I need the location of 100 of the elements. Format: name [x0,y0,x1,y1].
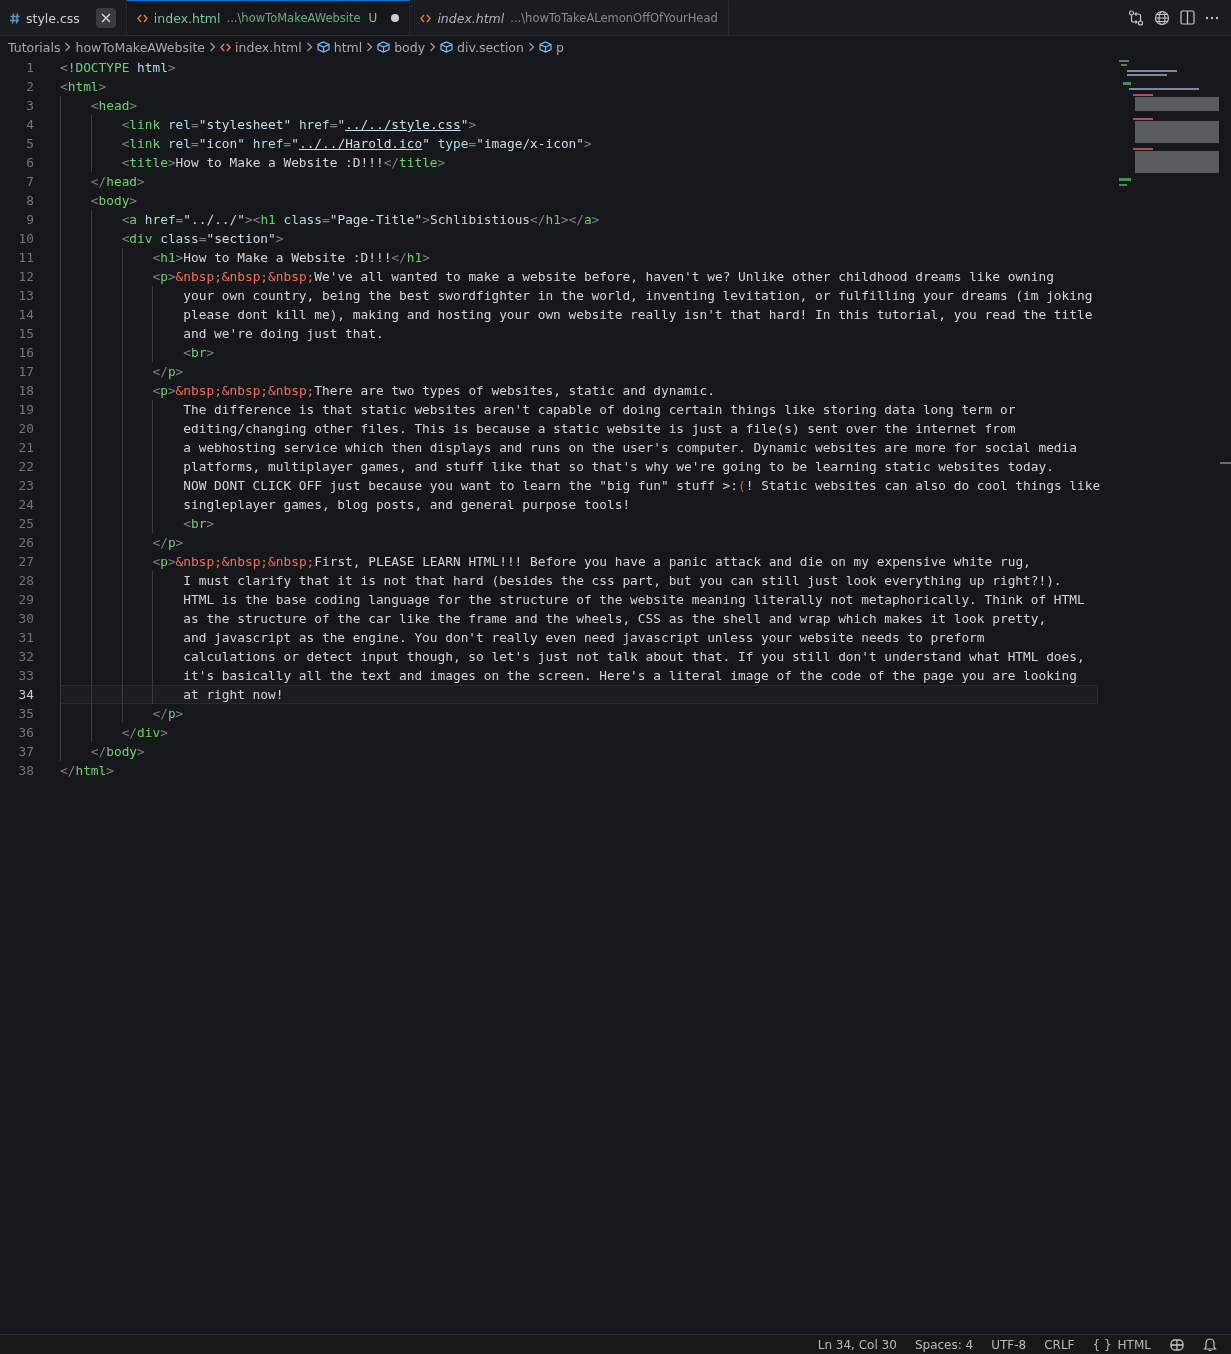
close-button[interactable] [95,8,116,28]
line-number: 35 [17,705,34,723]
code-line: calculations or detect input though, so let's just not talk about that. If you still don't understand what HTML does, [60,647,1098,666]
line-number: 30 [17,610,34,628]
indentation-setting[interactable]: Spaces: 4 [914,1337,974,1352]
code-line: as the structure of the car like the frame and the wheels, CSS as the shell and wrap which makes it look pretty, [60,609,1098,628]
code-line: </div> [60,723,1098,742]
cube-icon [440,41,454,53]
line-number: 16 [17,344,34,362]
code-line: HTML is the base coding language for the structure of the website meaning literally not metaphorically. Think of HTML [60,590,1098,609]
code-line: platforms, multiplayer games, and stuff like that so that's why we're going to be learning static websites today. [60,457,1098,476]
scroll-marker [1220,462,1231,464]
code-line: <br> [60,343,1098,362]
code-line: it's basically all the text and images on the screen. Here's a literal image of the code of the page you are looking [60,666,1098,685]
breadcrumb-item[interactable]: howToMakeAWebsite [75,39,206,55]
chevron-icon [366,42,374,52]
line-number: 2 [25,78,34,96]
breadcrumb-item[interactable]: Tutorials [8,39,61,55]
breadcrumb-item[interactable]: html [316,39,363,55]
code-line: <html> [60,78,108,96]
code-icon [136,13,148,23]
robot-icon[interactable] [1169,1337,1185,1352]
code-line: editing/changing other files. This is because a static website is just a file(s) sent over the internet from [60,419,1098,438]
code-line: <body> [60,191,1098,210]
code-icon [220,42,232,52]
code-line: please dont kill me), making and hosting your own website really isn't that hard! In this tutorial, you read the title [60,305,1098,324]
line-number: 7 [25,173,34,191]
line-number: 31 [17,629,34,647]
chevron-icon [527,42,535,52]
globe-icon[interactable] [1154,9,1170,26]
line-number: 37 [17,743,34,761]
line-number: 5 [25,135,34,153]
code-line: <p>&nbsp;&nbsp;&nbsp;First, PLEASE LEARN HTML!!! Before you have a panic attack and die on my expensive white rug, [60,552,1098,571]
code-icon [420,13,432,23]
code-line: <br> [60,514,1098,533]
cube-icon [377,41,391,53]
breadcrumb-item[interactable]: index.html [220,39,302,55]
code-line: </head> [60,172,1098,191]
line-number: 38 [17,762,34,780]
line-number: 28 [17,572,34,590]
editor-tab[interactable]: index.html ...\howToMakeAWebsite U [126,0,411,35]
line-number: 9 [25,211,34,229]
code-line: </p> [60,533,1098,552]
line-number: 36 [17,724,34,742]
code-line: <p>&nbsp;&nbsp;&nbsp;We've all wanted to make a website before, haven't we? Unlike other childhood dreams like owning [60,267,1098,286]
code-line: <h1>How to Make a Website :D!!!</h1> [60,248,1098,267]
encoding-setting[interactable]: UTF-8 [991,1337,1027,1352]
code-line: </p> [60,704,1098,723]
line-number: 19 [17,401,34,419]
code-line: singleplayer games, blog posts, and general purpose tools! [60,495,1098,514]
braces-icon[interactable]: { } [1092,1337,1112,1352]
line-number: 15 [17,325,34,343]
line-number: 10 [17,230,34,248]
line-number: 27 [17,553,34,571]
code-line: </body> [60,742,1098,761]
code-line: and we're doing just that. [60,324,1098,343]
code-line: <link rel="stylesheet" href="../../style.css"> [60,115,1098,134]
code-line: </html> [60,762,115,780]
code-line: </p> [60,362,1098,381]
line-ending-setting[interactable]: CRLF [1044,1337,1075,1352]
line-number: 32 [17,648,34,666]
line-number: 24 [17,496,34,514]
bell-icon[interactable] [1203,1337,1217,1352]
line-number: 25 [17,515,34,533]
breadcrumb-item[interactable]: div.section [440,39,524,55]
cursor-position[interactable]: Ln 34, Col 30 [817,1337,897,1352]
code-line: a webhosting service which then displays and runs on the user's computer. Dynamic websites are more for social media [60,438,1098,457]
line-number: 29 [17,591,34,609]
code-line: your own country, being the best swordfighter in the world, inventing levitation, or fulfilling your dreams (im joking [60,286,1098,305]
more-icon[interactable] [1205,15,1219,20]
chevron-icon [209,42,217,52]
line-number: 23 [17,477,34,495]
line-number: 21 [17,439,34,457]
cube-icon [316,41,330,53]
line-number: 18 [17,382,34,400]
line-number: 6 [25,154,34,172]
code-line: <link rel="icon" href="../../Harold.ico" type="image/x-icon"> [60,134,1098,153]
code-line: <!DOCTYPE html> [60,59,177,77]
language-mode[interactable]: HTML [1117,1337,1151,1352]
code-line: I must clarify that it is not that hard (besides the css part, but you can still just look everything up right?!). [60,571,1098,590]
line-number: 12 [17,268,34,286]
hash-icon [10,12,20,24]
line-number: 3 [25,97,34,115]
line-number: 14 [17,306,34,324]
line-number: 17 [17,363,34,381]
code-line: <a href="../../"><h1 class="Page-Title">Schlibistious</h1></a> [60,210,1098,229]
line-number: 8 [25,192,34,210]
compare-changes-icon[interactable] [1128,9,1144,26]
code-line: NOW DONT CLICK OFF just because you want to learn the "big fun" stuff >:(! Static websites can also do cool things like [60,476,1098,495]
line-number: 1 [25,59,34,77]
breadcrumb-item[interactable]: body [377,39,426,55]
line-number: 22 [17,458,34,476]
close-icon [100,13,111,23]
cube-icon [538,41,552,53]
line-number: 33 [17,667,34,685]
code-line: <head> [60,96,1098,115]
code-line: <p>&nbsp;&nbsp;&nbsp;There are two types of websites, static and dynamic. [60,381,1098,400]
split-editor-icon[interactable] [1180,10,1195,25]
chevron-icon [429,42,437,52]
breadcrumb-item[interactable]: p [538,39,564,55]
